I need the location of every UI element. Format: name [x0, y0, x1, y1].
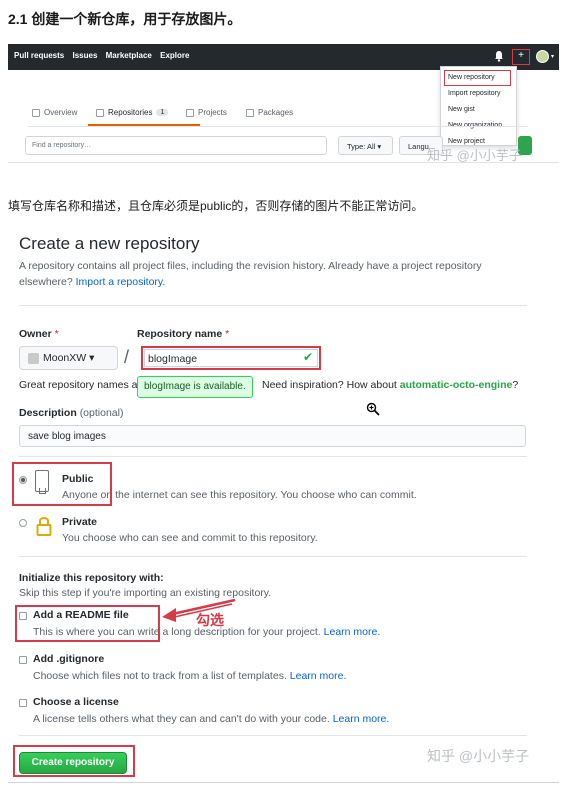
license-title: Choose a license [33, 696, 119, 708]
description-label: Description (optional) [19, 407, 123, 419]
menu-item-import-repository[interactable]: Import repository [448, 90, 501, 97]
divider [19, 556, 527, 557]
description-label-text: Description [19, 407, 77, 419]
owner-select[interactable]: MoonXW ▾ [19, 346, 118, 370]
tab-overview[interactable]: Overview [32, 108, 77, 117]
find-repository-input[interactable]: Find a repository… [25, 136, 327, 155]
learn-more-link[interactable]: Learn more. [333, 713, 390, 725]
instruction-text: 填写仓库名称和描述，且仓库必须是public的，否则存储的图片不能正常访问。 [8, 199, 424, 213]
divider [19, 305, 527, 306]
required-mark: * [225, 328, 230, 340]
license-checkbox[interactable] [19, 699, 27, 707]
divider [19, 456, 527, 457]
bell-icon[interactable] [494, 50, 504, 62]
repo-name-label: Repository name * [137, 328, 229, 340]
annotation-text: 勾选 [196, 612, 224, 628]
bottom-divider [8, 782, 559, 783]
repo-name-label-text: Repository name [137, 328, 223, 340]
great-names-text: Great repository names a [19, 379, 138, 391]
repository-name-field[interactable]: blogImage [144, 349, 318, 367]
private-radio[interactable] [19, 519, 27, 527]
public-description: Anyone on the internet can see this repo… [62, 489, 417, 501]
license-description-text: A license tells others what they can and… [33, 713, 330, 725]
page-title: Create a new repository [19, 234, 200, 253]
owner-value: MoonXW ▾ [43, 352, 95, 364]
init-title: Initialize this repository with: [19, 572, 164, 584]
private-title: Private [62, 516, 98, 528]
slash-separator: / [124, 347, 130, 367]
check-icon: ✔ [302, 350, 313, 364]
header-nav: Pull requests Issues Marketplace Explore [14, 51, 195, 60]
inspiration-end: ? [512, 379, 519, 391]
lock-icon [36, 517, 52, 536]
public-highlight [12, 462, 112, 506]
learn-more-link[interactable]: Learn more. [324, 626, 381, 638]
private-description: You choose who can see and commit to thi… [62, 532, 318, 544]
chevron-down-icon[interactable]: ▾ [551, 53, 554, 60]
readme-highlight [15, 605, 160, 642]
inspiration-text: Need inspiration? How about automatic-oc… [262, 379, 518, 391]
tab-overview-label: Overview [44, 108, 78, 117]
gitignore-description-text: Choose which files not to track from a l… [33, 670, 287, 682]
page-subtitle: A repository contains all project files,… [19, 258, 519, 290]
zoom-cursor-icon [366, 402, 380, 416]
tab-projects[interactable]: Projects [186, 108, 227, 117]
book-icon [32, 108, 40, 117]
optional-label: (optional) [79, 407, 124, 419]
avatar[interactable] [536, 50, 549, 63]
tab-repositories-label: Repositories [108, 108, 153, 117]
watermark: 知乎 @小小芋子 [427, 748, 530, 764]
availability-tooltip: blogImage is available. [137, 376, 253, 398]
tabs-divider [28, 126, 528, 127]
suggested-name[interactable]: automatic-octo-engine [400, 379, 513, 391]
import-repository-link[interactable]: Import a repository. [76, 276, 166, 288]
nav-explore[interactable]: Explore [160, 51, 189, 60]
gitignore-description: Choose which files not to track from a l… [33, 670, 346, 682]
nav-pull-requests[interactable]: Pull requests [14, 51, 64, 60]
section-title: 2.1 创建一个新仓库，用于存放图片。 [8, 11, 242, 27]
repo-count-badge: 1 [156, 109, 169, 116]
package-icon [246, 108, 254, 117]
divider [8, 162, 559, 163]
plus-icon: + [518, 50, 524, 61]
repository-name-input[interactable]: blogImage ✔ [141, 346, 321, 370]
nav-issues[interactable]: Issues [72, 51, 97, 60]
owner-label-text: Owner [19, 328, 52, 340]
inspiration-label: Need inspiration? How about [262, 379, 397, 391]
tab-packages-label: Packages [258, 108, 294, 117]
profile-tabs: Overview Repositories 1 Projects Package… [28, 104, 528, 126]
divider [19, 735, 527, 736]
menu-item-new-repository[interactable]: New repository [448, 74, 495, 81]
nav-marketplace[interactable]: Marketplace [106, 51, 152, 60]
owner-label: Owner * [19, 328, 59, 340]
repo-icon [96, 108, 104, 117]
license-description: A license tells others what they can and… [33, 713, 389, 725]
required-mark: * [54, 328, 59, 340]
menu-item-new-project[interactable]: New project [448, 138, 485, 145]
project-icon [186, 108, 194, 117]
type-filter-button[interactable]: Type: All ▾ [338, 136, 393, 155]
learn-more-link[interactable]: Learn more. [290, 670, 347, 682]
owner-avatar [28, 352, 39, 364]
description-input[interactable]: save blog images [19, 425, 526, 447]
create-button-highlight [13, 745, 135, 777]
gitignore-title: Add .gitignore [33, 653, 105, 665]
gitignore-checkbox[interactable] [19, 656, 27, 664]
tab-projects-label: Projects [198, 108, 227, 117]
tab-packages[interactable]: Packages [246, 108, 293, 117]
plus-dropdown-button[interactable]: + [512, 49, 530, 65]
tab-repositories[interactable]: Repositories 1 [96, 108, 169, 117]
